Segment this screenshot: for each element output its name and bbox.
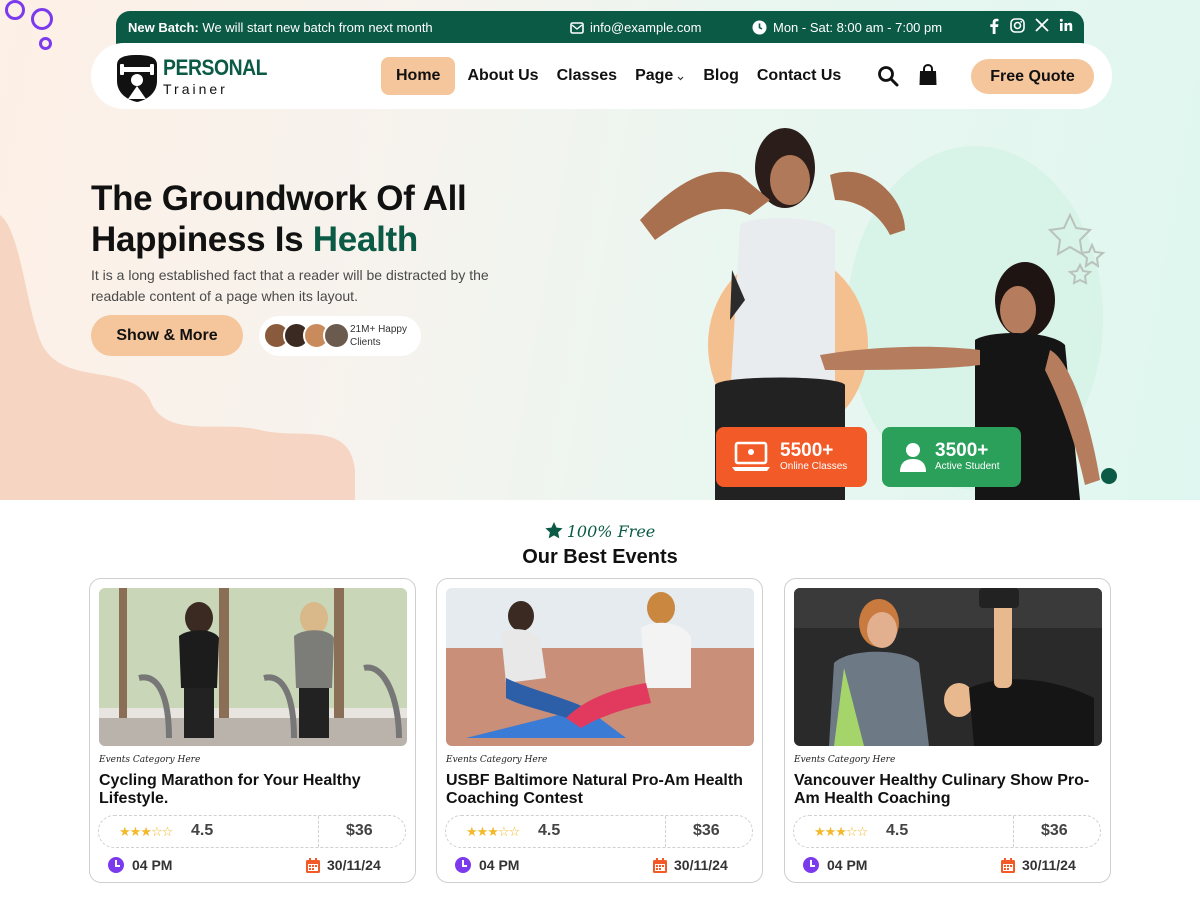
- facebook-icon[interactable]: [988, 18, 1000, 34]
- event-date: 30/11/24: [306, 857, 381, 873]
- hero-title: The Groundwork Of All Happiness Is Healt…: [91, 178, 467, 260]
- event-image-coaching: [794, 588, 1102, 746]
- decor-circle-2: [31, 8, 53, 30]
- section-title: Our Best Events: [522, 546, 678, 568]
- nav-menu: Home About Us Classes Page Blog Contact …: [381, 57, 850, 95]
- event-time: 04 PM: [108, 857, 172, 873]
- logo-icon[interactable]: [113, 53, 161, 103]
- instagram-icon[interactable]: [1010, 18, 1025, 33]
- stat-number: 5500+: [780, 440, 834, 461]
- event-card[interactable]: Events Category Here USBF Baltimore Natu…: [436, 578, 763, 883]
- event-time: 04 PM: [803, 857, 867, 873]
- clock-icon: [455, 857, 471, 873]
- divider: [1013, 816, 1014, 847]
- event-title[interactable]: Vancouver Healthy Culinary Show Pro-Am H…: [794, 772, 1094, 808]
- free-quote-button[interactable]: Free Quote: [971, 59, 1094, 94]
- event-date: 30/11/24: [1001, 857, 1076, 873]
- event-category: Events Category Here: [794, 755, 896, 765]
- nav-item-page-label: Page: [635, 67, 674, 84]
- nav-item-home[interactable]: Home: [381, 57, 456, 95]
- event-price: $36: [693, 822, 720, 839]
- happy-clients-badge: 21M+ Happy Clients: [259, 316, 421, 356]
- social-links: [988, 18, 1073, 34]
- event-category: Events Category Here: [99, 755, 201, 765]
- clock-icon: [803, 857, 819, 873]
- nav-item-blog[interactable]: Blog: [694, 57, 748, 95]
- contact-email[interactable]: info@example.com: [570, 20, 701, 35]
- main-navbar: PERSONAL Trainer Home About Us Classes P…: [91, 43, 1112, 109]
- logo-line-2: Trainer: [163, 81, 228, 97]
- calendar-icon: [306, 857, 320, 873]
- event-category: Events Category Here: [446, 755, 548, 765]
- decor-circle-3: [39, 37, 52, 50]
- decor-circle-1: [5, 0, 25, 20]
- linkedin-icon[interactable]: [1059, 18, 1073, 32]
- mail-icon: [570, 21, 584, 34]
- nav-item-page[interactable]: Page: [626, 57, 694, 95]
- shopping-bag-icon[interactable]: [918, 64, 938, 86]
- nav-item-classes[interactable]: Classes: [548, 57, 627, 95]
- event-date: 30/11/24: [653, 857, 728, 873]
- clock-icon: [752, 20, 767, 35]
- event-title[interactable]: USBF Baltimore Natural Pro-Am Health Coa…: [446, 772, 746, 808]
- event-rating: 4.5: [191, 822, 214, 839]
- calendar-icon: [1001, 857, 1015, 873]
- divider: [318, 816, 319, 847]
- rating-stars-icon: ★★★☆☆: [814, 824, 868, 839]
- laptop-icon: [732, 441, 770, 471]
- stat-online-classes: 5500+ Online Classes: [716, 427, 867, 487]
- event-meta: ★★★☆☆ 4.5 $36: [445, 815, 753, 848]
- top-bar: New Batch: We will start new batch from …: [116, 11, 1084, 45]
- search-icon[interactable]: [877, 65, 899, 87]
- rating-stars-icon: ★★★☆☆: [466, 824, 520, 839]
- happy-clients-text: 21M+ Happy Clients: [350, 324, 407, 348]
- event-time: 04 PM: [455, 857, 519, 873]
- event-image-treadmill: [99, 588, 407, 746]
- nav-item-about[interactable]: About Us: [458, 57, 547, 95]
- event-price: $36: [1041, 822, 1068, 839]
- event-card[interactable]: Events Category Here Vancouver Healthy C…: [784, 578, 1111, 883]
- logo-line-1: PERSONAL: [163, 55, 268, 80]
- stat-label: Online Classes: [780, 461, 848, 472]
- hero-description: It is a long established fact that a rea…: [91, 267, 489, 304]
- logo-text[interactable]: PERSONAL Trainer: [163, 57, 281, 98]
- rating-stars-icon: ★★★☆☆: [119, 824, 173, 839]
- stat-label: Active Student: [935, 461, 1000, 472]
- hero-title-line-2: Happiness Is Health: [91, 220, 418, 259]
- hero-title-line-1: The Groundwork Of All: [91, 179, 467, 218]
- event-card[interactable]: Events Category Here Cycling Marathon fo…: [89, 578, 416, 883]
- event-price: $36: [346, 822, 373, 839]
- stat-active-students: 3500+ Active Student: [882, 427, 1021, 487]
- opening-hours: Mon - Sat: 8:00 am - 7:00 pm: [752, 20, 942, 35]
- event-rating: 4.5: [886, 822, 909, 839]
- calendar-icon: [653, 857, 667, 873]
- stat-number: 3500+: [935, 440, 989, 461]
- x-twitter-icon[interactable]: [1035, 18, 1049, 32]
- event-title[interactable]: Cycling Marathon for Your Healthy Lifest…: [99, 772, 399, 808]
- event-meta: ★★★☆☆ 4.5 $36: [793, 815, 1101, 848]
- hero-trainers-image: [640, 128, 1117, 500]
- section-subtitle: 100% Free: [0, 522, 1200, 541]
- batch-notice: New Batch: We will start new batch from …: [128, 20, 433, 35]
- event-rating: 4.5: [538, 822, 561, 839]
- user-icon: [900, 443, 926, 472]
- event-meta: ★★★☆☆ 4.5 $36: [98, 815, 406, 848]
- star-icon: [545, 522, 563, 539]
- clock-icon: [108, 857, 124, 873]
- nav-item-contact[interactable]: Contact Us: [748, 57, 850, 95]
- event-image-partner-workout: [446, 588, 754, 746]
- chevron-down-icon: [677, 76, 684, 80]
- divider: [665, 816, 666, 847]
- show-more-button[interactable]: Show & More: [91, 315, 243, 356]
- avatar: [323, 322, 350, 349]
- hero-title-accent: Health: [312, 220, 418, 259]
